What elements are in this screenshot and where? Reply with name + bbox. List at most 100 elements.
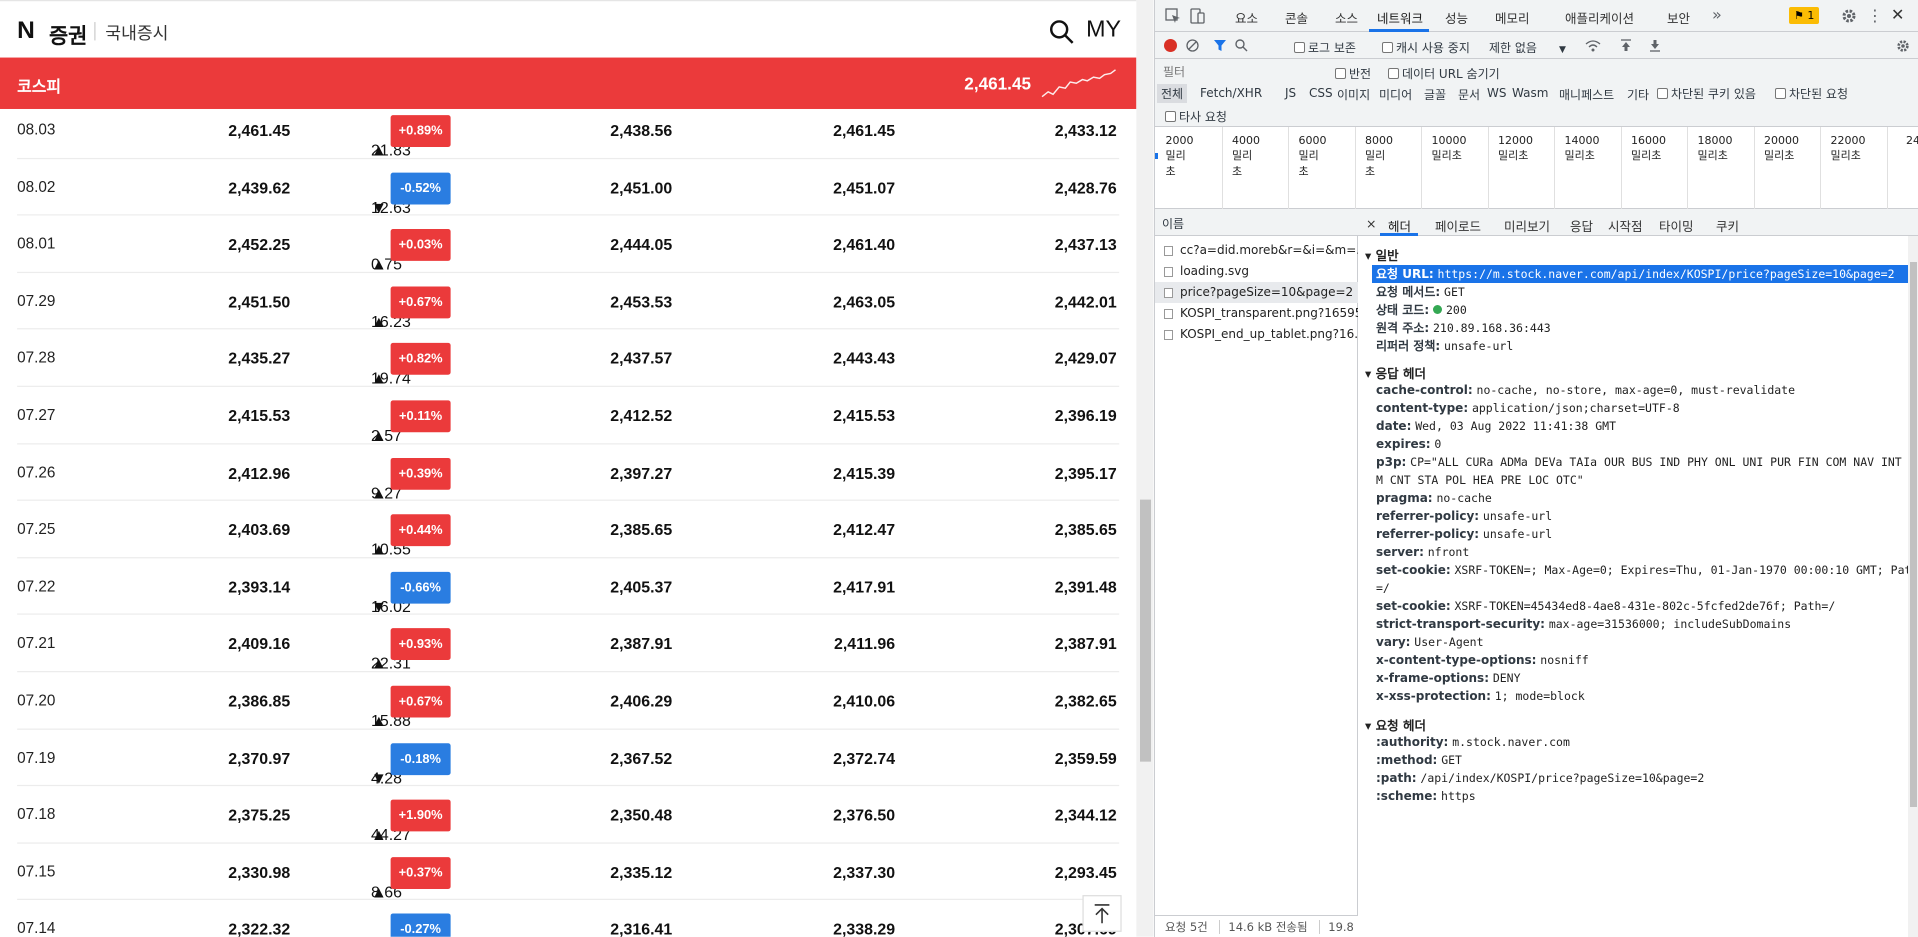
table-row[interactable]: 08.01 2,452.25 ▲ 0.75 +0.03% 2,444.05 2,461.40…	[17, 216, 1120, 273]
tab-3[interactable]: 네트워크	[1377, 8, 1423, 27]
more-tabs-button[interactable]: »	[1712, 5, 1722, 24]
header-row[interactable]: p3p: CP="ALL CURa ADMa DEVa TAIa OUR BUS…	[1376, 455, 1918, 469]
filter-type-7[interactable]: 문서	[1458, 86, 1480, 103]
filter-type-4[interactable]: 이미지	[1337, 86, 1370, 103]
detail-scrollbar-thumb[interactable]	[1910, 262, 1917, 807]
disable-cache-checkbox[interactable]: 캐시 사용 중지	[1382, 39, 1470, 56]
blocked-cookies-checkbox[interactable]: 차단된 쿠키 있음	[1657, 85, 1756, 102]
request-row[interactable]: loading.svg	[1155, 261, 1358, 282]
table-row[interactable]: 07.29 2,451.50 ▲ 16.23 +0.67% 2,453.53 2,463.0…	[17, 273, 1120, 330]
header-row[interactable]: M CNT STA POL HEA PRE LOC OTC"	[1376, 473, 1584, 487]
detail-tab-5[interactable]: 시작점	[1608, 216, 1643, 235]
table-row[interactable]: 07.21 2,409.16 ▲ 22.31 +0.93% 2,387.91 2,411.9…	[17, 615, 1120, 673]
network-conditions-icon[interactable]	[1585, 39, 1601, 52]
header-row[interactable]: vary: User-Agent	[1376, 635, 1484, 649]
tab-5[interactable]: 메모리	[1495, 8, 1530, 27]
header-row[interactable]: pragma: no-cache	[1376, 491, 1492, 505]
detail-tab-6[interactable]: 타이밍	[1659, 216, 1694, 235]
table-row[interactable]: 07.26 2,412.96 ▲ 9.27 +0.39% 2,397.27 2,415.39…	[17, 444, 1120, 502]
name-column-header[interactable]: 이름	[1155, 209, 1358, 236]
record-icon[interactable]	[1164, 39, 1177, 52]
preserve-log-checkbox[interactable]: 로그 보존	[1294, 39, 1356, 56]
search-icon[interactable]	[1235, 39, 1248, 52]
naver-logo[interactable]: N	[17, 17, 35, 45]
filter-type-9[interactable]: Wasm	[1512, 86, 1548, 100]
close-detail-button[interactable]: ×	[1366, 216, 1376, 231]
hide-data-urls-checkbox[interactable]: 데이터 URL 숨기기	[1388, 65, 1500, 82]
header-row[interactable]: x-xss-protection: 1; mode=block	[1376, 689, 1585, 703]
header-row[interactable]: strict-transport-security: max-age=31536…	[1376, 617, 1791, 631]
request-row[interactable]: cc?a=did.moreb&r=&i=&m=...	[1155, 240, 1358, 261]
kebab-menu-icon[interactable]: ⋮	[1867, 6, 1883, 25]
table-row[interactable]: 07.27 2,415.53 ▲ 2.57 +0.11% 2,412.52 2,415.53…	[17, 387, 1120, 444]
filter-icon[interactable]	[1213, 39, 1227, 52]
inspect-icon[interactable]	[1165, 8, 1181, 24]
header-row[interactable]: :scheme: https	[1376, 789, 1476, 803]
filter-type-8[interactable]: WS	[1487, 86, 1506, 100]
scroll-top-button[interactable]	[1082, 895, 1122, 932]
header-row[interactable]: 상태 코드: 200	[1376, 301, 1467, 318]
blocked-requests-checkbox[interactable]: 차단된 요청	[1775, 85, 1848, 102]
settings-icon[interactable]	[1841, 8, 1857, 24]
tab-7[interactable]: 보안	[1667, 8, 1690, 27]
header-row[interactable]: 요청 메서드: GET	[1376, 283, 1465, 300]
header-row[interactable]: :method: GET	[1376, 753, 1462, 767]
header-row[interactable]: =/	[1376, 581, 1390, 595]
my-button[interactable]: MY	[1086, 17, 1121, 44]
request-row[interactable]: price?pageSize=10&page=2	[1155, 282, 1358, 303]
filter-type-11[interactable]: 기타	[1627, 86, 1649, 103]
header-row[interactable]: 리퍼러 정책: unsafe-url	[1376, 337, 1513, 354]
tab-2[interactable]: 소스	[1335, 8, 1358, 27]
close-icon[interactable]: ✕	[1891, 5, 1904, 24]
table-row[interactable]: 07.15 2,330.98 ▲ 8.66 +0.37% 2,335.12 2,337.30…	[17, 843, 1120, 901]
header-row[interactable]: server: nfront	[1376, 545, 1469, 559]
header-row[interactable]: x-frame-options: DENY	[1376, 671, 1521, 685]
filter-type-6[interactable]: 글꼴	[1424, 86, 1446, 103]
general-section-toggle[interactable]: ▾ 일반	[1365, 245, 1399, 264]
filter-input[interactable]	[1159, 62, 1319, 82]
header-row[interactable]: referrer-policy: unsafe-url	[1376, 509, 1552, 523]
page-scrollbar[interactable]	[1136, 0, 1154, 937]
header-row[interactable]: set-cookie: XSRF-TOKEN=45434ed8-4ae8-431…	[1376, 599, 1835, 613]
header-row[interactable]: x-content-type-options: nosniff	[1376, 653, 1589, 667]
filter-type-1[interactable]: Fetch/XHR	[1200, 86, 1262, 100]
clear-icon[interactable]	[1186, 39, 1199, 52]
table-row[interactable]: 08.02 2,439.62 ▼ 12.63 -0.52% 2,451.00 2,451.0…	[17, 159, 1120, 216]
page-scrollbar-thumb[interactable]	[1140, 499, 1152, 762]
request_headers-section-toggle[interactable]: ▾ 요청 헤더	[1365, 715, 1426, 734]
header-row[interactable]: 요청 URL: https://m.stock.naver.com/api/in…	[1372, 265, 1913, 283]
device-toggle-icon[interactable]	[1189, 8, 1205, 24]
detail-tab-3[interactable]: 미리보기	[1504, 216, 1550, 235]
tab-0[interactable]: 요소	[1235, 8, 1258, 27]
request-row[interactable]: KOSPI_transparent.png?16595...	[1155, 303, 1358, 324]
table-row[interactable]: 07.25 2,403.69 ▲ 10.55 +0.44% 2,385.65 2,412.4…	[17, 501, 1120, 559]
table-row[interactable]: 07.22 2,393.14 ▼ 16.02 -0.66% 2,405.37 2,417.9…	[17, 558, 1120, 616]
invert-checkbox[interactable]: 반전	[1335, 65, 1371, 82]
response_headers-section-toggle[interactable]: ▾ 응답 헤더	[1365, 363, 1426, 382]
filter-type-10[interactable]: 매니페스트	[1559, 86, 1614, 103]
header-row[interactable]: :authority: m.stock.naver.com	[1376, 735, 1570, 749]
table-row[interactable]: 07.142,322.32▼6.29-0.27%2,316.412,338.29…	[17, 900, 1119, 937]
table-row[interactable]: 08.03 2,461.45 ▲ 21.83 +0.89% 2,438.56 2,461.4…	[17, 102, 1120, 159]
tab-6[interactable]: 애플리케이션	[1565, 8, 1634, 27]
header-row[interactable]: :path: /api/index/KOSPI/price?pageSize=1…	[1376, 771, 1704, 785]
detail-tab-4[interactable]: 응답	[1570, 216, 1593, 235]
header-row[interactable]: cache-control: no-cache, no-store, max-a…	[1376, 383, 1795, 397]
tab-4[interactable]: 성능	[1445, 8, 1468, 27]
throttle-select[interactable]: 제한 없음 ▼	[1489, 39, 1566, 56]
header-row[interactable]: date: Wed, 03 Aug 2022 11:41:38 GMT	[1376, 419, 1616, 433]
network-settings-icon[interactable]	[1896, 39, 1910, 53]
service-title[interactable]: 증권	[49, 18, 87, 49]
table-row[interactable]: 07.20 2,386.85 ▲ 15.88 +0.67% 2,406.29 2,410.0…	[17, 672, 1120, 730]
filter-type-2[interactable]: JS	[1285, 86, 1296, 100]
third-party-checkbox[interactable]: 타사 요청	[1165, 108, 1227, 125]
table-row[interactable]: 07.19 2,370.97 ▼ 4.28 -0.18% 2,367.52 2,372.74…	[17, 729, 1120, 787]
table-row[interactable]: 07.18 2,375.25 ▲ 44.27 +1.90% 2,350.48 2,376.5…	[17, 786, 1120, 844]
header-row[interactable]: expires: 0	[1376, 437, 1441, 451]
detail-tab-2[interactable]: 페이로드	[1435, 216, 1481, 235]
search-icon[interactable]	[1049, 20, 1074, 44]
header-row[interactable]: referrer-policy: unsafe-url	[1376, 527, 1552, 541]
network-timeline[interactable]	[1155, 127, 1918, 209]
detail-tab-7[interactable]: 쿠키	[1716, 216, 1739, 235]
filter-type-3[interactable]: CSS	[1309, 86, 1333, 100]
